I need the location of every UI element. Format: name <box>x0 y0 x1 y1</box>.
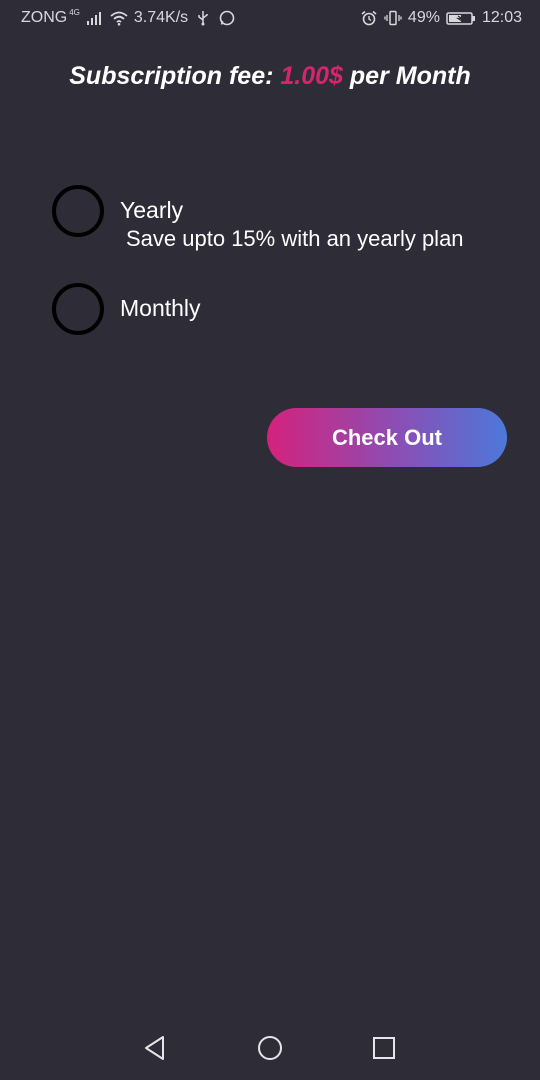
network-type: 4G <box>69 7 80 17</box>
back-icon[interactable] <box>141 1034 169 1062</box>
wifi-icon <box>110 10 128 26</box>
status-left: ZONG 4G 3.74K/s <box>21 7 236 27</box>
network-speed: 3.74K/s <box>133 9 189 26</box>
home-icon[interactable] <box>256 1034 284 1062</box>
usb-icon <box>194 10 212 26</box>
option-yearly[interactable]: Yearly Save upto 15% with an yearly plan <box>52 185 464 253</box>
yearly-option-text: Yearly Save upto 15% with an yearly plan <box>120 196 464 253</box>
fee-price: 1.00$ <box>280 62 343 90</box>
navigation-bar <box>0 1016 540 1080</box>
whatsapp-icon <box>218 10 236 26</box>
monthly-radio-button[interactable] <box>52 283 104 335</box>
subscription-fee-title: Subscription fee: 1.00$ per Month <box>0 62 540 91</box>
battery-percent: 49% <box>407 9 440 26</box>
status-right: 49% 12:03 <box>360 9 522 27</box>
yearly-radio-button[interactable] <box>52 185 104 237</box>
check-out-button[interactable]: Check Out <box>267 408 507 467</box>
carrier-name: ZONG <box>21 9 68 26</box>
monthly-label: Monthly <box>120 295 201 321</box>
fee-suffix: per Month <box>349 62 471 90</box>
recent-apps-icon[interactable] <box>370 1034 398 1062</box>
vibrate-icon <box>384 10 402 26</box>
signal-icon <box>86 10 104 26</box>
option-monthly[interactable]: Monthly <box>52 283 201 335</box>
yearly-savings-note: Save upto 15% with an yearly plan <box>126 226 464 251</box>
fee-prefix: Subscription fee: <box>69 62 274 90</box>
battery-icon <box>446 10 476 26</box>
clock: 12:03 <box>481 9 522 26</box>
monthly-option-text: Monthly <box>120 294 201 322</box>
alarm-icon <box>360 10 378 26</box>
subscription-screen: ZONG 4G 3.74K/s 49% 12:03 Subscription f… <box>0 0 540 1080</box>
status-bar: ZONG 4G 3.74K/s 49% 12:03 <box>0 0 540 36</box>
yearly-label: Yearly <box>120 197 184 223</box>
